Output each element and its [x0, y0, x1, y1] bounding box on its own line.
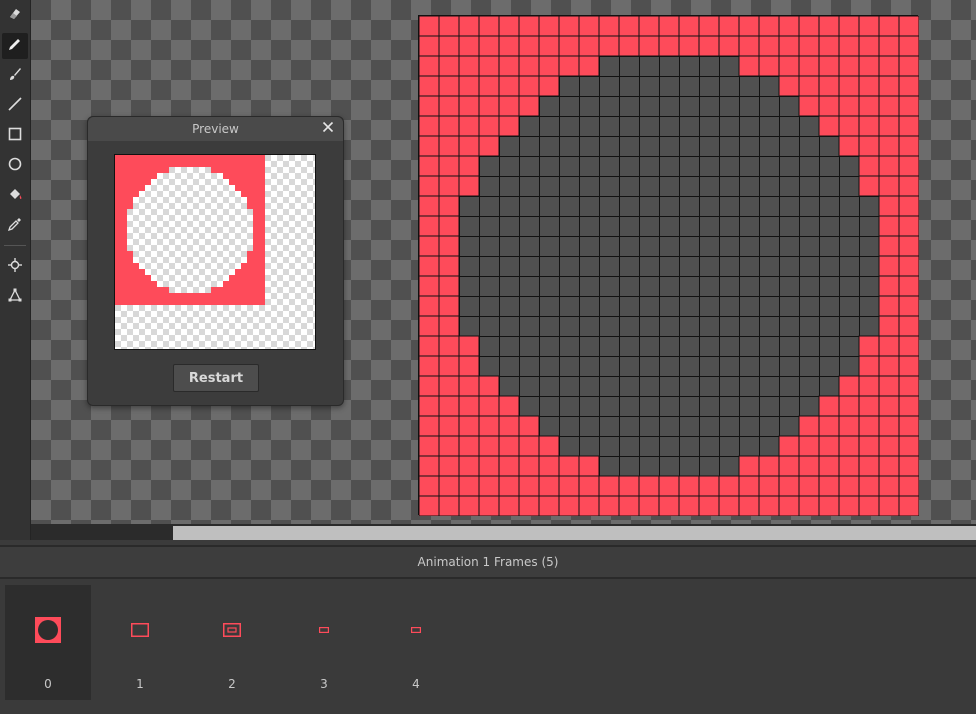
- frame-thumbnail: [281, 585, 367, 675]
- fill-tool[interactable]: [2, 183, 28, 209]
- sprite-canvas[interactable]: [418, 15, 919, 516]
- frame-4[interactable]: 4: [373, 585, 459, 700]
- eraser-tool[interactable]: [2, 3, 28, 29]
- frame-number: 3: [320, 677, 328, 691]
- ellipse-tool[interactable]: [2, 153, 28, 179]
- rectangle-icon: [7, 126, 23, 146]
- frame-thumbnail: [97, 585, 183, 675]
- sprite-pixels: [419, 16, 919, 516]
- transform-icon: [7, 287, 23, 307]
- move-icon: [7, 257, 23, 277]
- frame-3[interactable]: 3: [281, 585, 367, 700]
- frame-thumbnail: [373, 585, 459, 675]
- preview-title: Preview: [192, 122, 239, 136]
- preview-close-button[interactable]: [319, 119, 337, 137]
- brush-icon: [7, 66, 23, 86]
- frame-thumbnail: [5, 585, 91, 675]
- move-tool[interactable]: [2, 254, 28, 280]
- eyedropper-icon: [7, 216, 23, 236]
- frame-2[interactable]: 2: [189, 585, 275, 700]
- preview-pixels: [115, 155, 265, 305]
- preview-window: Preview Restart: [87, 116, 344, 406]
- preview-titlebar[interactable]: Preview: [88, 117, 343, 141]
- rectangle-tool[interactable]: [2, 123, 28, 149]
- restart-button[interactable]: Restart: [173, 364, 259, 392]
- toolbar-divider: [4, 245, 26, 246]
- eraser-icon: [7, 6, 23, 26]
- close-icon: [322, 121, 334, 136]
- scrollbar-thumb[interactable]: [173, 526, 976, 540]
- animation-timeline: Animation 1 Frames (5) 0 1 2 3 4: [0, 545, 976, 714]
- horizontal-scrollbar[interactable]: [31, 524, 976, 540]
- frame-number: 2: [228, 677, 236, 691]
- line-tool[interactable]: [2, 93, 28, 119]
- frame-thumbnail: [189, 585, 275, 675]
- tool-palette: [0, 0, 31, 540]
- pencil-icon: [7, 36, 23, 56]
- ellipse-icon: [7, 156, 23, 176]
- line-icon: [7, 96, 23, 116]
- frame-1[interactable]: 1: [97, 585, 183, 700]
- frame-number: 0: [44, 677, 52, 691]
- frame-0[interactable]: 0: [5, 585, 91, 700]
- frame-number: 1: [136, 677, 144, 691]
- frame-number: 4: [412, 677, 420, 691]
- pencil-tool[interactable]: [2, 33, 28, 59]
- timeline-header: Animation 1 Frames (5): [0, 547, 976, 579]
- transform-tool[interactable]: [2, 284, 28, 310]
- eyedropper-tool[interactable]: [2, 213, 28, 239]
- preview-image: [114, 154, 316, 350]
- animation-title: Animation 1 Frames (5): [417, 555, 559, 569]
- fill-bucket-icon: [7, 186, 23, 206]
- brush-tool[interactable]: [2, 63, 28, 89]
